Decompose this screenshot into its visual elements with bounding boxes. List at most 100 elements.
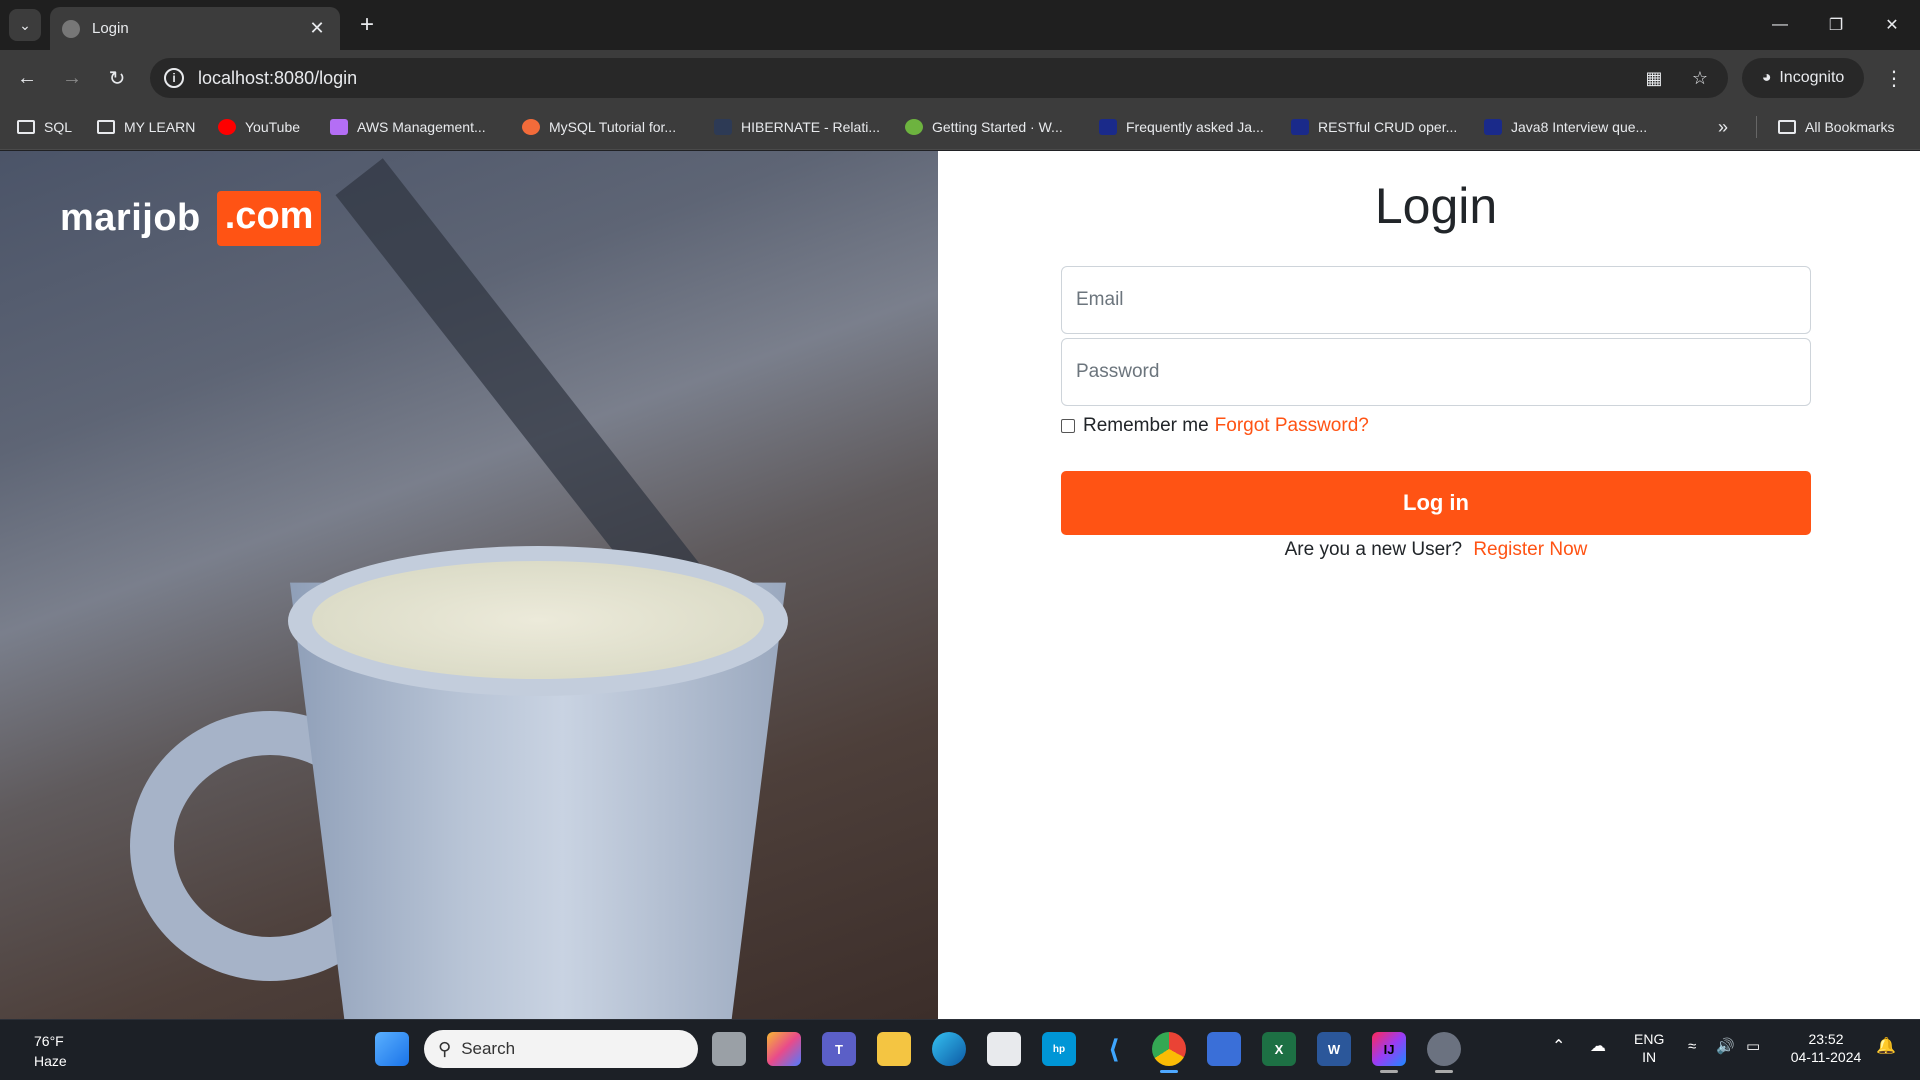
- bookmark-label: MY LEARN: [124, 119, 196, 135]
- cup-milk: [312, 561, 764, 679]
- bookmark-youtube[interactable]: YouTube: [218, 112, 300, 142]
- incognito-badge[interactable]: ◕ Incognito: [1742, 58, 1864, 98]
- search-placeholder: Search: [461, 1039, 516, 1058]
- hero-image: marijob .com: [0, 151, 938, 1019]
- star-icon[interactable]: ☆: [1686, 68, 1714, 89]
- settings-running-indicator: [1435, 1070, 1453, 1073]
- all-bookmarks[interactable]: All Bookmarks: [1778, 112, 1894, 142]
- site-thumb-icon: [1484, 119, 1502, 135]
- taskbar-search[interactable]: ⚲ Search: [424, 1030, 698, 1068]
- bookmark-java8[interactable]: Java8 Interview que...: [1484, 112, 1647, 142]
- back-arrow-icon[interactable]: ←: [11, 62, 43, 94]
- clock[interactable]: 23:52 04-11-2024: [1786, 1030, 1866, 1066]
- incognito-label: Incognito: [1779, 69, 1845, 86]
- forward-arrow-icon[interactable]: →: [56, 62, 88, 94]
- battery-icon[interactable]: ▭: [1746, 1038, 1760, 1056]
- weather-widget[interactable]: 76°F Haze: [34, 1031, 67, 1071]
- remote-desktop-icon[interactable]: [1207, 1032, 1241, 1066]
- all-bookmarks-label: All Bookmarks: [1805, 119, 1895, 135]
- chevron-down-icon: ⌄: [19, 16, 31, 33]
- folder-icon: [1778, 120, 1796, 134]
- notification-bell-icon[interactable]: 🔔: [1876, 1038, 1896, 1056]
- temperature: 76°F: [34, 1033, 64, 1049]
- store-icon[interactable]: [987, 1032, 1021, 1066]
- aws-cube-icon: [330, 119, 348, 135]
- language: ENG: [1634, 1031, 1665, 1047]
- time: 23:52: [1808, 1031, 1844, 1047]
- forgot-password-link[interactable]: Forgot Password?: [1215, 415, 1369, 437]
- bookmark-label: HIBERNATE - Relati...: [741, 119, 880, 135]
- tab-strip: ⌄ Login ✕ + — ❐ ✕: [0, 0, 1920, 50]
- bookmark-hibernate[interactable]: HIBERNATE - Relati...: [714, 112, 880, 142]
- teams-icon[interactable]: T: [822, 1032, 856, 1066]
- close-window-icon[interactable]: ✕: [1864, 0, 1920, 50]
- bookmark-frequently-asked[interactable]: Frequently asked Ja...: [1099, 112, 1264, 142]
- bookmark-label: RESTful CRUD oper...: [1318, 119, 1458, 135]
- page-icon: [714, 119, 732, 135]
- browser-tab[interactable]: Login ✕: [50, 7, 340, 50]
- page-title: Login: [1374, 178, 1498, 234]
- mysql-icon: [522, 119, 540, 135]
- search-icon: ⚲: [438, 1038, 452, 1059]
- translate-icon[interactable]: ▦: [1640, 68, 1668, 89]
- onedrive-cloud-icon[interactable]: ☁: [1590, 1038, 1606, 1056]
- brand-name: marijob: [60, 197, 201, 239]
- bookmark-divider: [1756, 116, 1757, 138]
- bookmark-label: MySQL Tutorial for...: [549, 119, 677, 135]
- url-text[interactable]: localhost:8080/login: [198, 68, 1622, 89]
- new-tab-button[interactable]: +: [352, 10, 382, 40]
- page-viewport: marijob .com Login Email Password Rememb…: [0, 151, 1920, 1019]
- reload-icon[interactable]: ↻: [101, 62, 133, 94]
- bookmark-restful-crud[interactable]: RESTful CRUD oper...: [1291, 112, 1457, 142]
- chrome-active-indicator: [1160, 1070, 1178, 1073]
- volume-icon[interactable]: 🔊: [1716, 1038, 1735, 1056]
- login-button[interactable]: Log in: [1061, 471, 1811, 535]
- brand-suffix: .com: [216, 191, 322, 246]
- incognito-icon: ◕: [1761, 69, 1772, 86]
- site-info-icon[interactable]: i: [164, 68, 184, 88]
- word-icon[interactable]: W: [1317, 1032, 1351, 1066]
- bookmark-mysql[interactable]: MySQL Tutorial for...: [522, 112, 676, 142]
- language-indicator[interactable]: ENG IN: [1634, 1030, 1664, 1066]
- folder-icon: [97, 120, 115, 134]
- youtube-icon: [218, 119, 236, 135]
- bookmark-label: AWS Management...: [357, 119, 486, 135]
- new-user-text: Are you a new User?: [1284, 539, 1463, 560]
- email-field[interactable]: Email: [1061, 266, 1811, 334]
- edge-icon[interactable]: [932, 1032, 966, 1066]
- region: IN: [1642, 1049, 1657, 1065]
- task-view-icon[interactable]: [712, 1032, 746, 1066]
- bookmark-my-learn[interactable]: MY LEARN: [97, 112, 195, 142]
- bookmark-getting-started[interactable]: Getting Started · W...: [905, 112, 1063, 142]
- remember-checkbox[interactable]: [1061, 419, 1075, 433]
- intellij-icon[interactable]: IJ: [1372, 1032, 1406, 1066]
- bookmark-aws[interactable]: AWS Management...: [330, 112, 486, 142]
- wifi-icon[interactable]: ≈: [1688, 1038, 1696, 1056]
- more-bookmarks-icon[interactable]: »: [1718, 112, 1728, 142]
- vscode-icon[interactable]: ⟨: [1097, 1032, 1131, 1066]
- myhp-icon[interactable]: hp: [1042, 1032, 1076, 1066]
- folder-icon: [17, 120, 35, 134]
- copilot-icon[interactable]: [767, 1032, 801, 1066]
- chevron-up-icon[interactable]: ⌃: [1552, 1038, 1565, 1056]
- settings-gear-icon[interactable]: [1427, 1032, 1461, 1066]
- file-explorer-icon[interactable]: [877, 1032, 911, 1066]
- windows-start-icon[interactable]: [375, 1032, 409, 1066]
- globe-icon: [62, 19, 80, 38]
- bookmark-label: YouTube: [245, 119, 301, 135]
- address-bar[interactable]: i localhost:8080/login ▦ ☆: [150, 58, 1728, 98]
- register-link[interactable]: Register Now: [1473, 539, 1587, 560]
- minimize-icon[interactable]: —: [1752, 0, 1808, 50]
- chrome-icon[interactable]: [1152, 1032, 1186, 1066]
- close-icon[interactable]: ✕: [306, 18, 328, 39]
- weather-condition: Haze: [34, 1053, 67, 1069]
- password-placeholder: Password: [1076, 361, 1160, 382]
- tab-search-button[interactable]: ⌄: [9, 9, 41, 41]
- restore-icon[interactable]: ❐: [1808, 0, 1864, 50]
- intellij-running-indicator: [1380, 1070, 1398, 1073]
- excel-icon[interactable]: X: [1262, 1032, 1296, 1066]
- register-row: Are you a new User? Register Now: [1061, 539, 1811, 561]
- bookmark-sql[interactable]: SQL: [17, 112, 72, 142]
- password-field[interactable]: Password: [1061, 338, 1811, 406]
- menu-dots-icon[interactable]: ⋮: [1878, 62, 1910, 94]
